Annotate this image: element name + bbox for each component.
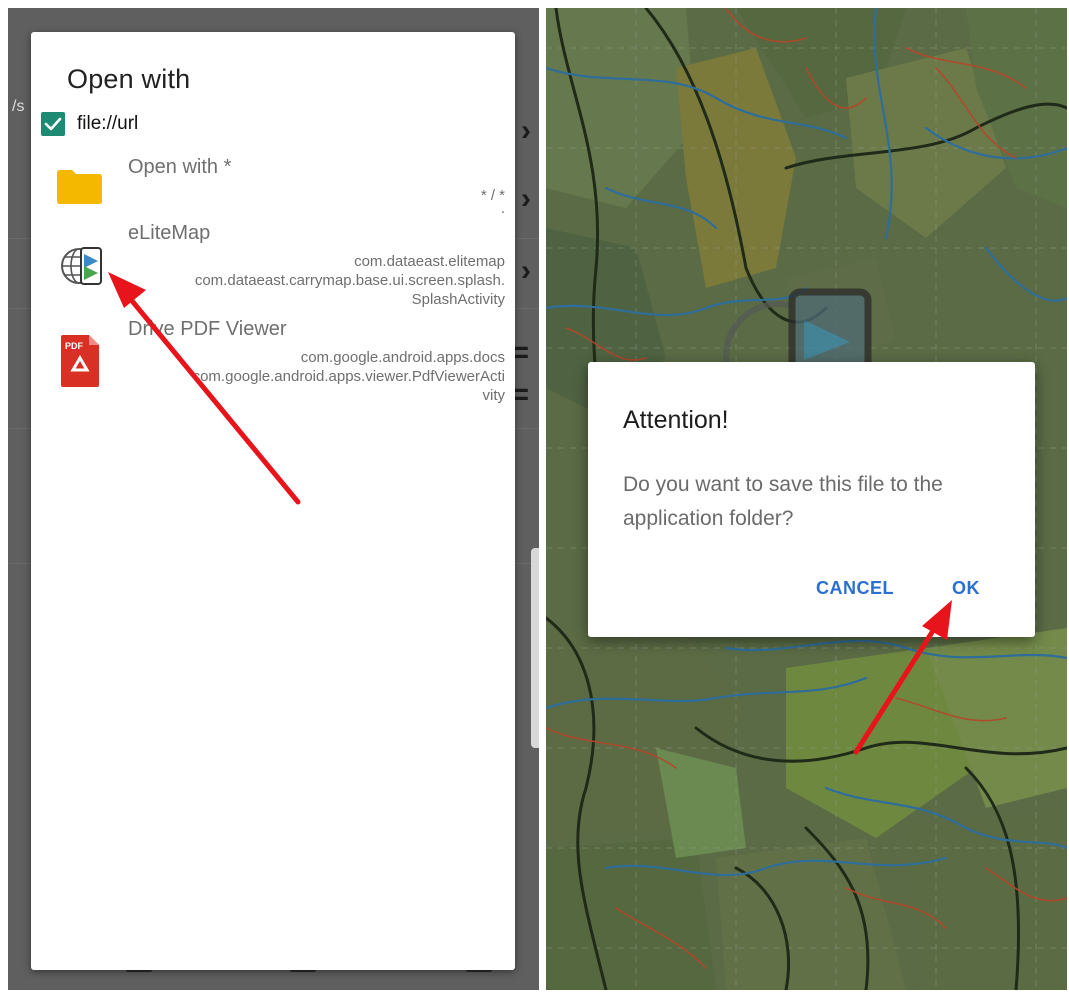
open-with-dialog: Open with file://url Open with * * / * .: [31, 32, 515, 970]
app-detail-line: .: [500, 200, 505, 217]
app-detail-line: SplashActivity: [411, 291, 505, 308]
background-chevron-icon: ›: [521, 254, 531, 287]
pdf-icon-label: PDF: [65, 341, 84, 351]
alert-title: Attention!: [623, 406, 729, 434]
right-screenshot-panel: Attention! Do you want to save this file…: [546, 8, 1067, 990]
app-package-detail: * / * .: [481, 186, 505, 217]
dialog-title: Open with: [67, 64, 191, 94]
attention-alert-dialog: Attention! Do you want to save this file…: [588, 362, 1035, 637]
app-package-detail: com.google.android.apps.docs com.google.…: [193, 348, 505, 405]
app-detail-line: com.google.android.apps.viewer.PdfViewer…: [192, 368, 505, 385]
app-name: Open with *: [128, 156, 232, 178]
folder-icon: [55, 169, 103, 210]
app-name: Drive PDF Viewer: [128, 318, 287, 340]
background-chevron-icon: ›: [521, 114, 531, 147]
app-item-open-with[interactable]: Open with * * / * .: [31, 156, 515, 216]
checkbox-label: file://url: [77, 113, 139, 134]
ok-button[interactable]: OK: [952, 578, 980, 599]
app-name: eLiteMap: [128, 222, 211, 244]
checkbox-checked-icon[interactable]: [41, 112, 65, 136]
left-screenshot-panel: /s › › › = = Open with file://url Open w…: [8, 8, 539, 990]
app-detail-line: vity: [482, 387, 506, 404]
app-detail-line: com.dataeast.carrymap.base.ui.screen.spl…: [194, 272, 505, 289]
background-chevron-icon: ›: [521, 182, 531, 215]
alert-message: Do you want to save this file to the app…: [623, 473, 943, 530]
cancel-button[interactable]: CANCEL: [816, 578, 894, 599]
app-detail-line: com.google.android.apps.docs: [300, 349, 505, 366]
app-package-detail: com.dataeast.elitemap com.dataeast.carry…: [195, 252, 505, 309]
background-scroll-handle: [531, 548, 539, 748]
always-checkbox-row[interactable]: file://url: [41, 110, 138, 138]
background-path-text: /s: [12, 98, 25, 115]
elitemap-icon: [59, 242, 107, 295]
app-item-elitemap[interactable]: eLiteMap com.dataeast.elitemap com.datae…: [31, 222, 515, 312]
pdf-icon: PDF: [59, 334, 101, 393]
app-detail-line: com.dataeast.elitemap: [354, 253, 505, 270]
app-item-drive-pdf-viewer[interactable]: PDF Drive PDF Viewer com.google.android.…: [31, 318, 515, 408]
